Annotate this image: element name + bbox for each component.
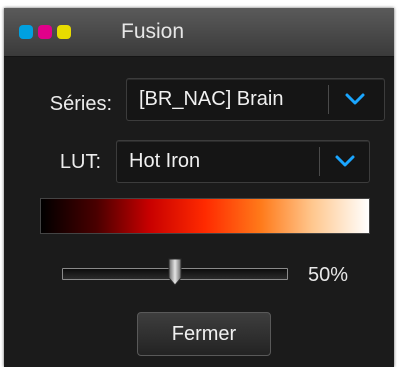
- series-dropdown[interactable]: [BR_NAC] Brain: [126, 78, 385, 121]
- window-dot-cyan: [19, 25, 33, 39]
- lut-label: LUT:: [59, 151, 101, 173]
- dropdown-divider: [328, 85, 329, 114]
- window-title: Fusion: [121, 20, 185, 43]
- dropdown-divider: [319, 147, 320, 176]
- close-button[interactable]: Fermer: [137, 312, 271, 356]
- lut-dropdown[interactable]: Hot Iron: [116, 140, 370, 183]
- opacity-slider-thumb[interactable]: [166, 258, 184, 286]
- window-dot-yellow: [57, 25, 71, 39]
- lut-colorbar: [40, 198, 370, 234]
- series-selected-value: [BR_NAC] Brain: [139, 88, 284, 110]
- series-label: Séries:: [49, 93, 112, 115]
- opacity-value: 50%: [308, 264, 349, 286]
- fusion-window: Fusion Séries: [BR_NAC] Brain LUT: Hot I…: [4, 8, 394, 367]
- lut-selected-value: Hot Iron: [129, 150, 201, 172]
- chevron-down-icon[interactable]: [339, 88, 371, 110]
- title-bar[interactable]: Fusion: [4, 8, 394, 57]
- window-dot-magenta: [38, 25, 52, 39]
- chevron-down-icon[interactable]: [329, 150, 361, 172]
